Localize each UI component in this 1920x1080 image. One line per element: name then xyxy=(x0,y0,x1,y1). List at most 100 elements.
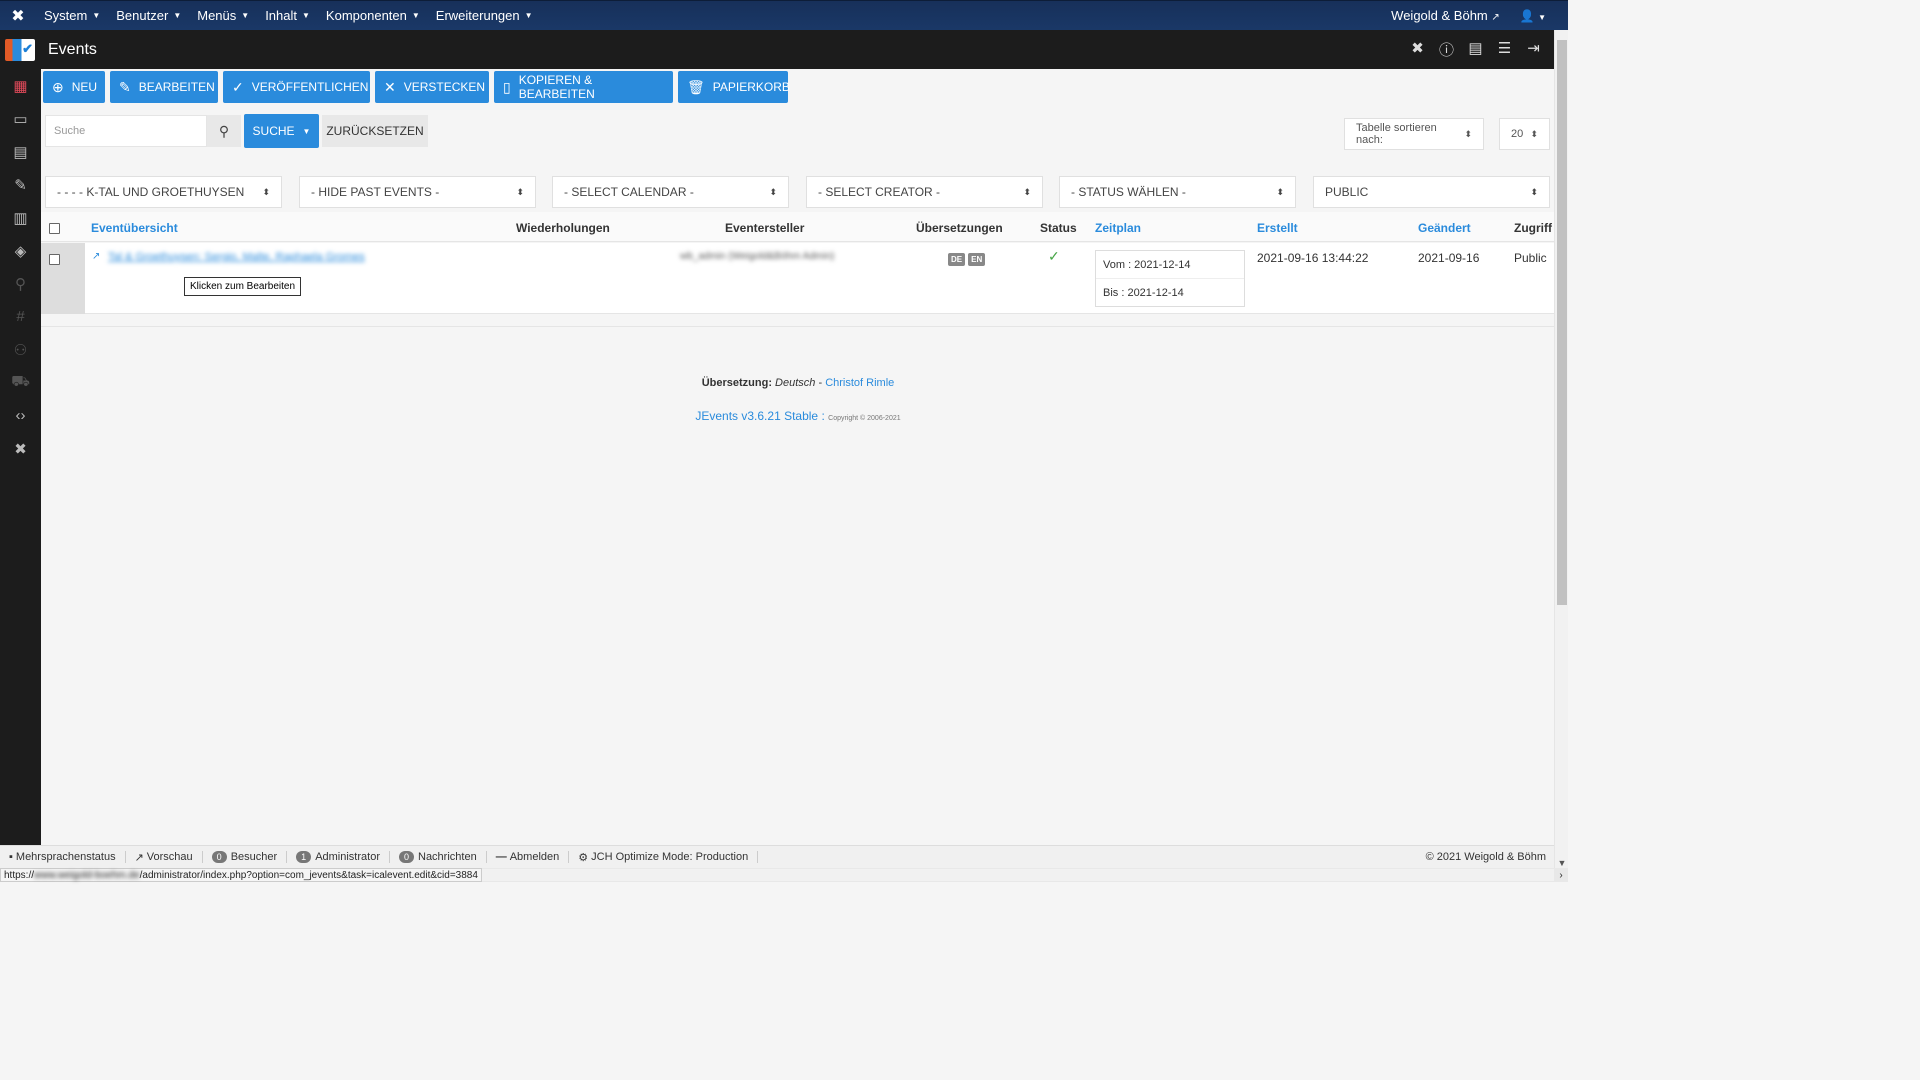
col-repeats: Wiederholungen xyxy=(516,221,610,235)
caret-down-icon: ▼ xyxy=(241,11,250,20)
row-checkbox[interactable] xyxy=(49,254,60,265)
edit-button[interactable]: ✎ BEARBEITEN xyxy=(110,71,218,103)
table-header: Eventübersicht Wiederholungen Eventerste… xyxy=(41,212,1554,242)
col-modified[interactable]: Geändert xyxy=(1418,221,1471,235)
joomla-icon[interactable]: ✖ xyxy=(0,6,36,26)
options-icon[interactable]: ☰ xyxy=(1490,39,1519,60)
copyright-text: Copyright © 2006-2021 xyxy=(828,415,901,422)
search-placeholder: Suche xyxy=(54,125,86,137)
page-title: Events xyxy=(48,40,97,58)
minus-icon: — xyxy=(495,851,507,863)
user-icon[interactable]: ⚇ xyxy=(0,333,41,366)
menu-label: Benutzer xyxy=(116,8,169,23)
menu-system[interactable]: System ▼ xyxy=(36,8,108,23)
joomla-icon[interactable]: ✖ xyxy=(0,432,41,465)
category-filter[interactable]: - - - - K-TAL UND GROETHUYSEN ⬍ xyxy=(45,176,282,208)
published-check-icon[interactable]: ✓ xyxy=(1048,248,1060,265)
menu-components[interactable]: Komponenten ▼ xyxy=(318,8,428,23)
trash-icon: 🗑 xyxy=(687,78,705,95)
calendar-icon[interactable]: ▦ xyxy=(0,69,41,102)
caret-down-icon: ▼ xyxy=(411,11,420,20)
admins-status[interactable]: 1 Administrator xyxy=(287,851,390,863)
help-icon[interactable]: ⓘ xyxy=(1432,39,1461,60)
caret-down-icon: ▼ xyxy=(302,126,311,136)
limit-select[interactable]: 20 ⬍ xyxy=(1499,118,1550,150)
scroll-right-icon[interactable]: › xyxy=(1554,870,1568,881)
external-link-icon: ↗ xyxy=(1491,12,1500,23)
menu-content[interactable]: Inhalt ▼ xyxy=(257,8,318,23)
plus-circle-icon: ⊕ xyxy=(52,78,64,95)
layers-icon[interactable]: ▭ xyxy=(0,102,41,135)
event-title-link[interactable]: Tal & Groethuysen: Sergio, Malte, Raphae… xyxy=(108,251,365,263)
translation-credit: Übersetzung: Deutsch - Christof Rimle xyxy=(0,377,1596,389)
menu-users[interactable]: Benutzer ▼ xyxy=(108,8,189,23)
menu-label: System xyxy=(44,8,88,23)
user-menu[interactable]: 👤 ▼ xyxy=(1510,9,1568,23)
calendar-week-icon[interactable]: ▤ xyxy=(0,135,41,168)
search-button[interactable]: ⚲ xyxy=(207,115,241,147)
visitors-status[interactable]: 0 Besucher xyxy=(203,851,288,863)
access-filter[interactable]: PUBLIC ⬍ xyxy=(1313,176,1550,208)
messages-badge: 0 xyxy=(398,851,414,863)
translation-label: Übersetzung: xyxy=(701,377,772,389)
select-value: - STATUS WÄHLEN - xyxy=(1071,185,1186,199)
button-label: VERÖFFENTLICHEN xyxy=(251,80,369,94)
row-select-cell xyxy=(41,243,85,314)
document-icon[interactable]: ▥ xyxy=(0,201,41,234)
modified-date: 2021-09-16 xyxy=(1418,251,1480,265)
logout-icon[interactable]: ⇥ xyxy=(1519,39,1548,60)
vertical-scrollbar[interactable]: ▼ xyxy=(1554,30,1568,868)
edit-icon[interactable]: ✎ xyxy=(0,168,41,201)
horizontal-scrollbar[interactable] xyxy=(481,869,1554,881)
col-creator: Eventersteller xyxy=(725,221,805,235)
action-toolbar: ⊕ NEU ✎ BEARBEITEN ✓ VERÖFFENTLICHEN ✕ VERST… xyxy=(43,71,790,103)
schedule-from: Vom : 2021-12-14 xyxy=(1096,251,1244,279)
past-events-filter[interactable]: - HIDE PAST EVENTS - ⬍ xyxy=(299,176,536,208)
publish-button[interactable]: ✓ VERÖFFENTLICHEN xyxy=(223,71,370,103)
select-arrows-icon: ⬍ xyxy=(1530,128,1538,139)
status-label: Administrator xyxy=(315,851,380,863)
menu-extensions[interactable]: Erweiterungen ▼ xyxy=(428,8,541,23)
scrollbar-thumb[interactable] xyxy=(1557,40,1567,605)
hash-icon[interactable]: # xyxy=(0,300,41,333)
col-schedule[interactable]: Zeitplan xyxy=(1095,221,1141,235)
scroll-down-icon[interactable]: ▼ xyxy=(1555,858,1569,868)
select-all-checkbox[interactable] xyxy=(49,223,60,234)
sort-select[interactable]: Tabelle sortieren nach: ⬍ xyxy=(1344,118,1484,150)
menu-menus[interactable]: Menüs ▼ xyxy=(189,8,257,23)
site-link[interactable]: Weigold & Böhm ↗ xyxy=(1381,8,1510,23)
select-value: - HIDE PAST EVENTS - xyxy=(311,185,440,199)
creator-filter[interactable]: - SELECT CREATOR - ⬍ xyxy=(806,176,1043,208)
multilang-status[interactable]: ▪ Mehrsprachenstatus xyxy=(0,851,126,863)
hide-button[interactable]: ✕ VERSTECKEN xyxy=(375,71,489,103)
button-label: ZURÜCKSETZEN xyxy=(326,124,424,138)
paint-bucket-icon[interactable]: ◈ xyxy=(0,234,41,267)
logout-link[interactable]: — Abmelden xyxy=(487,851,570,863)
calendar-filter[interactable]: - SELECT CALENDAR - ⬍ xyxy=(552,176,789,208)
copy-edit-button[interactable]: ▯ KOPIEREN & BEARBEITEN xyxy=(494,71,673,103)
external-link-icon[interactable]: ↗ xyxy=(92,251,100,262)
status-filter[interactable]: - STATUS WÄHLEN - ⬍ xyxy=(1059,176,1296,208)
lang-badge-de[interactable]: DE xyxy=(948,253,966,266)
reset-button[interactable]: ZURÜCKSETZEN xyxy=(322,115,428,147)
status-label: Vorschau xyxy=(146,851,193,863)
button-label: VERSTECKEN xyxy=(403,80,486,94)
preview-link[interactable]: ↗ Vorschau xyxy=(126,851,203,864)
trash-button[interactable]: 🗑 PAPIERKORB xyxy=(678,71,790,103)
search-input[interactable]: Suche xyxy=(45,115,207,147)
caret-down-icon: ▼ xyxy=(302,11,310,20)
joomla-icon[interactable]: ✖ xyxy=(1403,39,1432,60)
url-prefix: https:// xyxy=(4,869,35,881)
new-button[interactable]: ⊕ NEU xyxy=(43,71,105,103)
translator-link[interactable]: Christof Rimle xyxy=(825,377,894,389)
check-icon: ✓ xyxy=(232,78,244,95)
search-tools-button[interactable]: SUCHE ▼ xyxy=(244,114,319,148)
document-icon[interactable]: ▤ xyxy=(1461,39,1490,60)
col-created[interactable]: Erstellt xyxy=(1257,221,1298,235)
product-link[interactable]: JEvents v3.6.21 Stable xyxy=(695,409,818,423)
jch-optimize-status[interactable]: ⚙ JCH Optimize Mode: Production xyxy=(569,851,759,864)
col-overview[interactable]: Eventübersicht xyxy=(91,221,178,235)
messages-status[interactable]: 0 Nachrichten xyxy=(390,851,487,863)
location-icon[interactable]: ⚲ xyxy=(0,267,41,300)
lang-badge-en[interactable]: EN xyxy=(968,253,986,266)
